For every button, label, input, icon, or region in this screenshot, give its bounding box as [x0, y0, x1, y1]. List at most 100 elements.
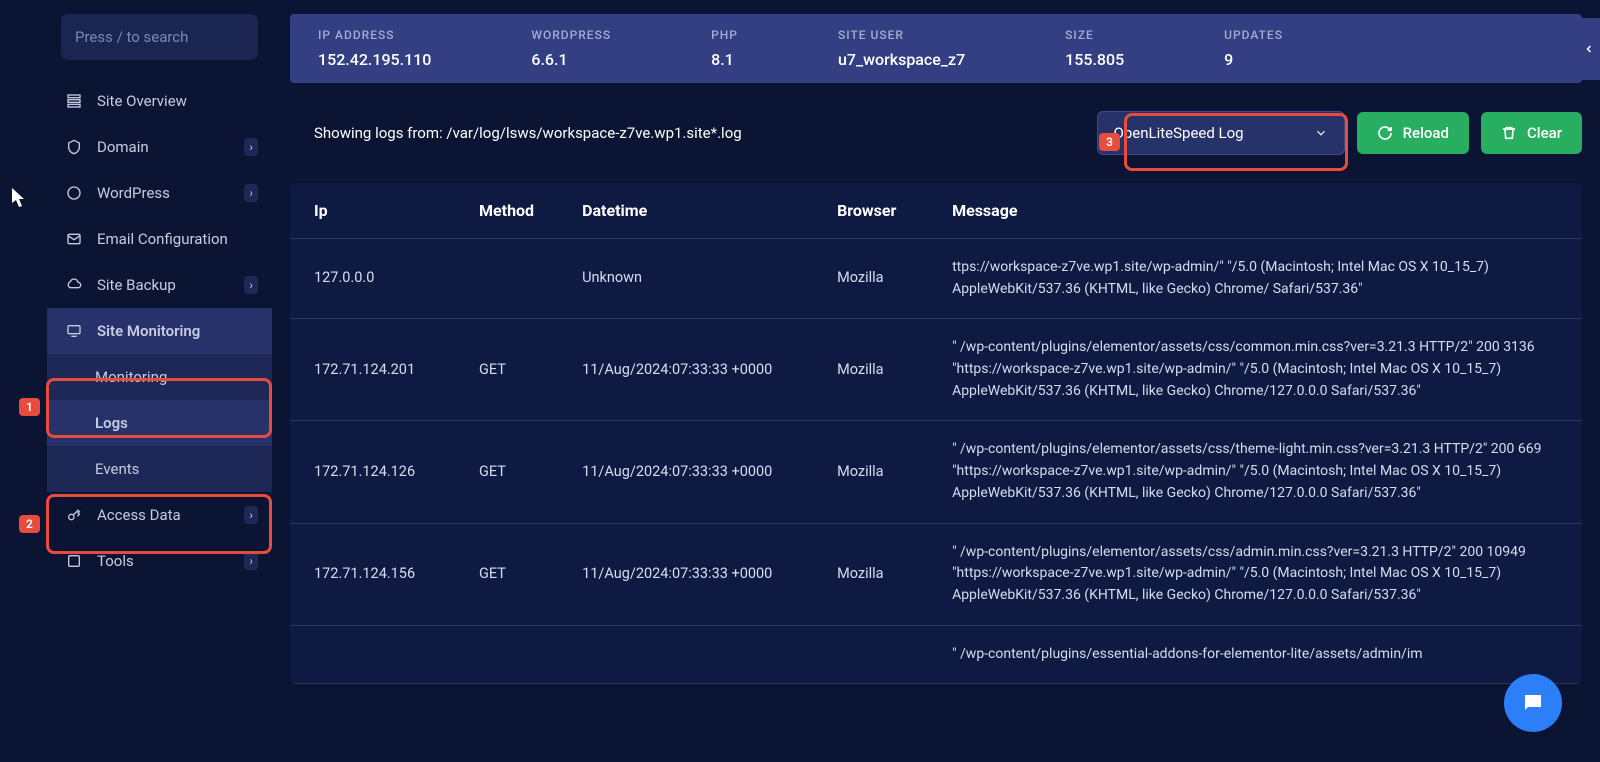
shield-icon: [65, 138, 83, 156]
chevron-right-icon: ›: [244, 138, 258, 156]
sidebar-item-label: Monitoring: [95, 368, 167, 386]
stat-label: WORDPRESS: [531, 28, 611, 42]
chat-button[interactable]: [1504, 674, 1562, 732]
annotation-badge-2: 2: [19, 515, 40, 533]
stat-label: SITE USER: [838, 28, 965, 42]
chevron-down-icon: [1314, 126, 1328, 140]
sidebar-subitem-monitoring[interactable]: Monitoring: [47, 354, 272, 400]
stat-value: 6.6.1: [531, 50, 611, 69]
cell-method: [455, 239, 558, 319]
button-label: Clear: [1527, 124, 1562, 142]
cell-browser: Mozilla: [813, 523, 928, 625]
table-row: 172.71.124.201GET11/Aug/2024:07:33:33 +0…: [290, 319, 1582, 421]
annotation-badge-3: 3: [1099, 133, 1120, 151]
stat-value: 8.1: [711, 50, 738, 69]
cell-message: " /wp-content/plugins/elementor/assets/c…: [928, 319, 1582, 421]
th-message: Message: [928, 183, 1582, 239]
main-content: IP ADDRESS 152.42.195.110 WORDPRESS 6.6.…: [272, 0, 1600, 762]
sidebar-item-tools[interactable]: Tools ›: [47, 538, 272, 584]
table-row: 127.0.0.0 UnknownMozillattps://workspace-…: [290, 239, 1582, 319]
sidebar-item-label: Site Overview: [97, 92, 187, 110]
table-row: 172.71.124.126GET11/Aug/2024:07:33:33 +0…: [290, 421, 1582, 523]
stat-value: 155.805: [1065, 50, 1124, 69]
cell-datetime: 11/Aug/2024:07:33:33 +0000: [558, 421, 813, 523]
dropdown-value: OpenLiteSpeed Log: [1114, 124, 1244, 142]
cell-browser: Mozilla: [813, 239, 928, 319]
trash-icon: [1501, 125, 1517, 141]
cell-datetime: Unknown: [558, 239, 813, 319]
cell-ip: 127.0.0.0: [290, 239, 455, 319]
cell-browser: Mozilla: [813, 319, 928, 421]
sidebar-item-label: Tools: [97, 552, 134, 570]
stat-label: UPDATES: [1224, 28, 1283, 42]
stat-php: PHP 8.1: [711, 28, 738, 69]
cell-ip: [290, 625, 455, 684]
sidebar-subitem-logs[interactable]: Logs: [47, 400, 272, 446]
chevron-right-icon: ›: [244, 506, 258, 524]
cell-datetime: 11/Aug/2024:07:33:33 +0000: [558, 523, 813, 625]
cell-message: ttps://workspace-z7ve.wp1.site/wp-admin/…: [928, 239, 1582, 319]
logs-from-path: /var/log/lsws/workspace-z7ve.wp1.site*.l…: [446, 124, 741, 142]
overview-icon: [65, 92, 83, 110]
sidebar-item-label: Site Backup: [97, 276, 176, 294]
cell-method: GET: [455, 523, 558, 625]
search-input[interactable]: [75, 28, 274, 46]
sidebar-item-label: Events: [95, 460, 139, 478]
cell-ip: 172.71.124.201: [290, 319, 455, 421]
cell-message: " /wp-content/plugins/elementor/assets/c…: [928, 421, 1582, 523]
sidebar-item-label: Domain: [97, 138, 149, 156]
stat-updates: UPDATES 9: [1224, 28, 1283, 69]
table-header-row: Ip Method Datetime Browser Message: [290, 183, 1582, 239]
sidebar-item-domain[interactable]: Domain ›: [47, 124, 272, 170]
sidebar-item-label: Site Monitoring: [97, 322, 200, 340]
sidebar-item-overview[interactable]: Site Overview: [47, 78, 272, 124]
sidebar-subitem-events[interactable]: Events: [47, 446, 272, 492]
sidebar-item-backup[interactable]: Site Backup ›: [47, 262, 272, 308]
table-row: " /wp-content/plugins/essential-addons-f…: [290, 625, 1582, 684]
stat-label: SIZE: [1065, 28, 1124, 42]
monitor-icon: [65, 322, 83, 340]
stat-value: 152.42.195.110: [318, 50, 431, 69]
sidebar-item-label: Access Data: [97, 506, 181, 524]
controls-right: OpenLiteSpeed Log Reload Clear: [1097, 111, 1582, 155]
annotation-badge-1: 1: [19, 398, 40, 416]
search-box[interactable]: [61, 14, 258, 60]
log-type-dropdown[interactable]: OpenLiteSpeed Log: [1097, 111, 1345, 155]
sidebar-item-email[interactable]: Email Configuration: [47, 216, 272, 262]
th-ip: Ip: [290, 183, 455, 239]
stat-wordpress: WORDPRESS 6.6.1: [531, 28, 611, 69]
cell-browser: [813, 625, 928, 684]
sidebar-item-label: WordPress: [97, 184, 170, 202]
th-datetime: Datetime: [558, 183, 813, 239]
logs-path-text: Showing logs from: /var/log/lsws/workspa…: [314, 124, 742, 142]
cell-message: " /wp-content/plugins/essential-addons-f…: [928, 625, 1582, 684]
cell-ip: 172.71.124.126: [290, 421, 455, 523]
sidebar-item-access-data[interactable]: Access Data ›: [47, 492, 272, 538]
cell-method: [455, 625, 558, 684]
panel-toggle-button[interactable]: [1578, 18, 1600, 80]
cloud-icon: [65, 276, 83, 294]
mail-icon: [65, 230, 83, 248]
reload-button[interactable]: Reload: [1357, 112, 1469, 154]
stats-bar: IP ADDRESS 152.42.195.110 WORDPRESS 6.6.…: [290, 14, 1582, 83]
cell-datetime: 11/Aug/2024:07:33:33 +0000: [558, 319, 813, 421]
cell-message: " /wp-content/plugins/elementor/assets/c…: [928, 523, 1582, 625]
stat-value: u7_workspace_z7: [838, 50, 965, 69]
sidebar-item-wordpress[interactable]: WordPress ›: [47, 170, 272, 216]
controls-row: Showing logs from: /var/log/lsws/workspa…: [290, 111, 1582, 155]
logs-table: Ip Method Datetime Browser Message 127.0…: [290, 183, 1582, 684]
sidebar-item-monitoring[interactable]: Site Monitoring: [47, 308, 272, 354]
cell-method: GET: [455, 421, 558, 523]
cell-ip: 172.71.124.156: [290, 523, 455, 625]
table-row: 172.71.124.156GET11/Aug/2024:07:33:33 +0…: [290, 523, 1582, 625]
th-browser: Browser: [813, 183, 928, 239]
stat-label: IP ADDRESS: [318, 28, 431, 42]
stat-value: 9: [1224, 50, 1283, 69]
clear-button[interactable]: Clear: [1481, 112, 1582, 154]
tools-icon: [65, 552, 83, 570]
reload-icon: [1377, 125, 1393, 141]
cell-datetime: [558, 625, 813, 684]
button-label: Reload: [1403, 124, 1449, 142]
cell-method: GET: [455, 319, 558, 421]
sidebar-item-label: Logs: [95, 414, 128, 432]
